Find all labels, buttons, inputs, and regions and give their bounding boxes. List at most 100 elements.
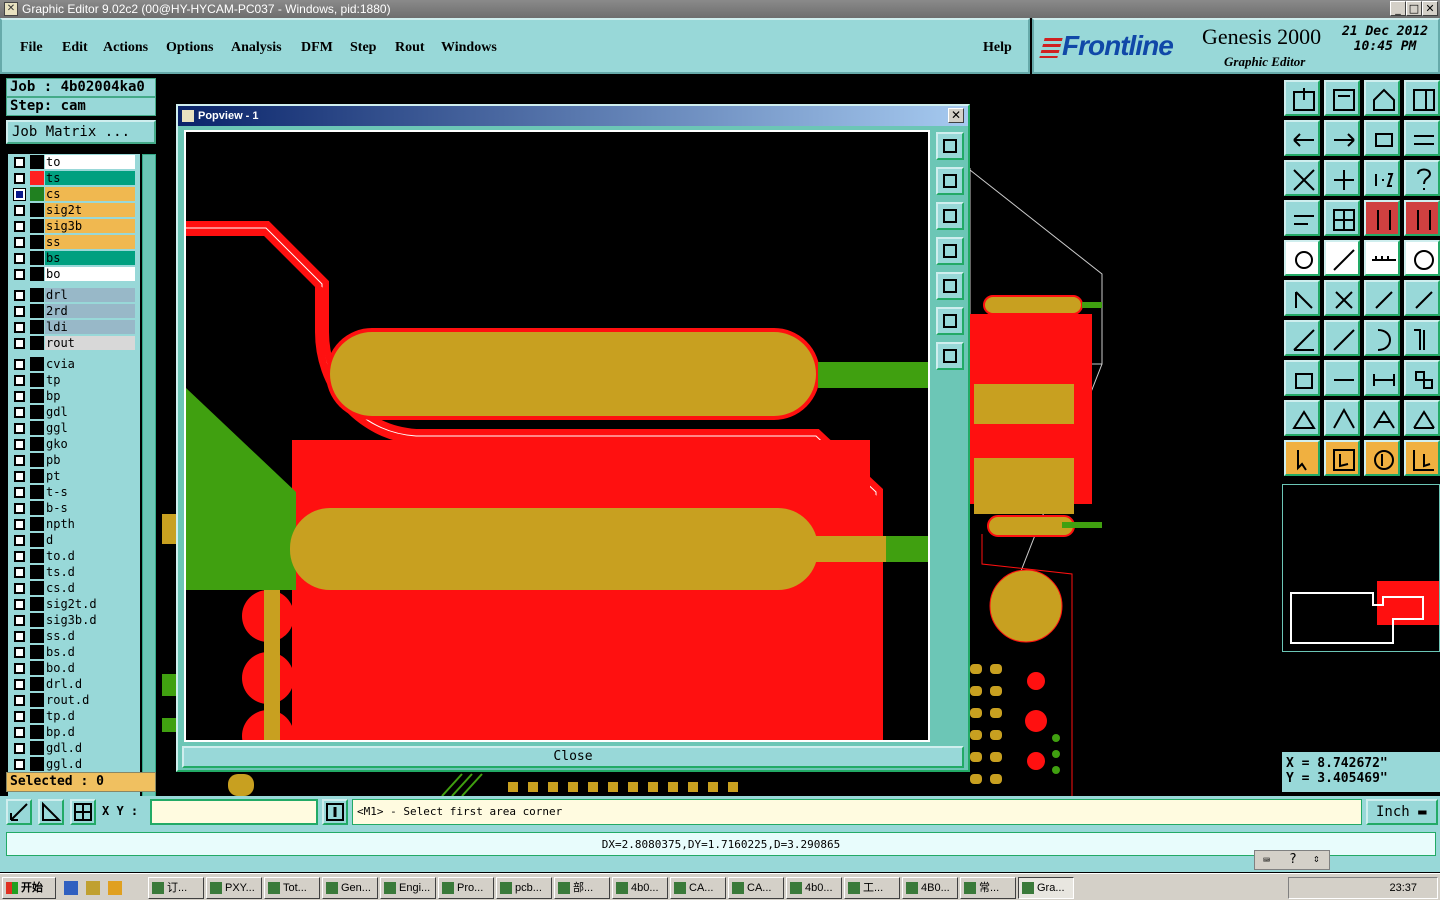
popview-pan-right-button[interactable] <box>936 272 964 300</box>
taskbar-task[interactable]: PXY... <box>206 877 262 899</box>
layer-row[interactable]: bs <box>8 250 140 266</box>
layer-row[interactable]: ss <box>8 234 140 250</box>
layer-row[interactable]: gdl.d <box>8 740 140 756</box>
menu-actions[interactable]: Actions <box>103 40 148 56</box>
layer-color-swatch[interactable] <box>30 725 44 739</box>
layer-row[interactable]: gko <box>8 436 140 452</box>
layer-color-swatch[interactable] <box>30 757 44 771</box>
layer-name[interactable]: drl.d <box>45 677 135 691</box>
layer-color-swatch[interactable] <box>30 533 44 547</box>
layer-checkbox[interactable] <box>14 503 25 514</box>
layer-name[interactable]: ss <box>45 235 135 249</box>
layer-checkbox[interactable] <box>14 359 25 370</box>
add-line-tool-button[interactable] <box>1284 280 1320 316</box>
layer-name[interactable]: cs <box>45 187 135 201</box>
swap-tool-button[interactable] <box>1404 120 1440 156</box>
taskbar-task[interactable]: 订... <box>148 877 204 899</box>
maximize-button[interactable]: □ <box>1406 1 1422 16</box>
layer-name[interactable]: ts.d <box>45 565 135 579</box>
layer-name[interactable]: d <box>45 533 135 547</box>
taskbar-task[interactable]: Engi... <box>380 877 436 899</box>
layer-color-swatch[interactable] <box>30 389 44 403</box>
triangle-3-tool-button[interactable] <box>1364 400 1400 436</box>
minimize-button[interactable]: _ <box>1390 1 1406 16</box>
layer-checkbox[interactable] <box>14 567 25 578</box>
layer-row[interactable]: sig2t <box>8 202 140 218</box>
layer-color-swatch[interactable] <box>30 373 44 387</box>
layer-color-swatch[interactable] <box>30 235 44 249</box>
layer-name[interactable]: bp.d <box>45 725 135 739</box>
layer-name[interactable]: rout.d <box>45 693 135 707</box>
layer-name[interactable]: b-s <box>45 501 135 515</box>
layer-color-swatch[interactable] <box>30 677 44 691</box>
taskbar-task[interactable]: CA... <box>670 877 726 899</box>
popview-pan-left-button[interactable] <box>936 237 964 265</box>
mirror-tool-button[interactable] <box>1404 320 1440 356</box>
layer-checkbox[interactable] <box>13 188 26 201</box>
layer-checkbox[interactable] <box>14 205 25 216</box>
line-tool-button[interactable] <box>1324 320 1360 356</box>
layer-color-swatch[interactable] <box>30 405 44 419</box>
panel-tool-button[interactable] <box>1404 80 1440 116</box>
layer-checkbox[interactable] <box>14 338 25 349</box>
layer-row[interactable]: cvia <box>8 356 140 372</box>
layer-row[interactable]: pb <box>8 452 140 468</box>
layer-color-swatch[interactable] <box>30 357 44 371</box>
layer-row[interactable]: tp.d <box>8 708 140 724</box>
layer-checkbox[interactable] <box>14 759 25 770</box>
layer-color-swatch[interactable] <box>30 171 44 185</box>
layer-name[interactable]: cvia <box>45 357 135 371</box>
layer-color-swatch[interactable] <box>30 565 44 579</box>
layer-row[interactable]: sig2t.d <box>8 596 140 612</box>
popview-close-button[interactable]: Close <box>182 746 964 768</box>
layer-name[interactable]: bp <box>45 389 135 403</box>
popview-window[interactable]: Popview - 1 ✕ Close <box>176 104 970 772</box>
layer-checkbox[interactable] <box>14 221 25 232</box>
layer-color-swatch[interactable] <box>30 219 44 233</box>
help-icon[interactable]: ? <box>1289 852 1297 867</box>
layer-name[interactable]: ss.d <box>45 629 135 643</box>
zoom-fit-tool-button[interactable] <box>1284 160 1320 196</box>
save-tool-button[interactable] <box>1324 80 1360 116</box>
layer-checkbox[interactable] <box>14 711 25 722</box>
rotate-tool-button[interactable] <box>1364 120 1400 156</box>
layer-name[interactable]: pb <box>45 453 135 467</box>
cursor-tool-button[interactable] <box>1284 440 1320 476</box>
layer-row[interactable]: to.d <box>8 548 140 564</box>
layer-checkbox[interactable] <box>14 290 25 301</box>
layer-row[interactable]: bs.d <box>8 644 140 660</box>
layer-row[interactable]: d <box>8 532 140 548</box>
menu-rout[interactable]: Rout <box>395 40 425 56</box>
layer-row[interactable]: cs.d <box>8 580 140 596</box>
taskbar-task[interactable]: 4b0... <box>786 877 842 899</box>
layer-color-swatch[interactable] <box>30 613 44 627</box>
layer-checkbox[interactable] <box>14 439 25 450</box>
layer-row[interactable]: b-s <box>8 500 140 516</box>
layer-color-swatch[interactable] <box>30 661 44 675</box>
layer-row[interactable]: npth <box>8 516 140 532</box>
layer-checkbox[interactable] <box>14 615 25 626</box>
popview-canvas[interactable] <box>184 130 930 742</box>
layer-name[interactable]: drl <box>45 288 135 302</box>
layer-color-swatch[interactable] <box>30 581 44 595</box>
layer-name[interactable]: bo.d <box>45 661 135 675</box>
layer-row[interactable]: ts.d <box>8 564 140 580</box>
layer-color-swatch[interactable] <box>30 187 44 201</box>
layer-color-swatch[interactable] <box>30 629 44 643</box>
cursor-move-tool-button[interactable] <box>1404 440 1440 476</box>
job-matrix-button[interactable]: Job Matrix ... <box>6 120 156 144</box>
cursor-box-tool-button[interactable] <box>1324 440 1360 476</box>
layer-name[interactable]: sig3b.d <box>45 613 135 627</box>
close-window-button[interactable]: ✕ <box>1422 1 1438 16</box>
popview-title-bar[interactable]: Popview - 1 ✕ <box>178 106 968 126</box>
popview-zoom-home-button[interactable] <box>936 132 964 160</box>
layer-color-swatch[interactable] <box>30 453 44 467</box>
menu-dfm[interactable]: DFM <box>301 40 333 56</box>
layer-color-swatch[interactable] <box>30 469 44 483</box>
layer-name[interactable]: gdl <box>45 405 135 419</box>
taskbar-task[interactable]: Gen... <box>322 877 378 899</box>
layer-row[interactable]: ts <box>8 170 140 186</box>
layer-checkbox[interactable] <box>14 599 25 610</box>
overview-map[interactable] <box>1282 484 1440 652</box>
layer-row[interactable]: ggl.d <box>8 756 140 772</box>
